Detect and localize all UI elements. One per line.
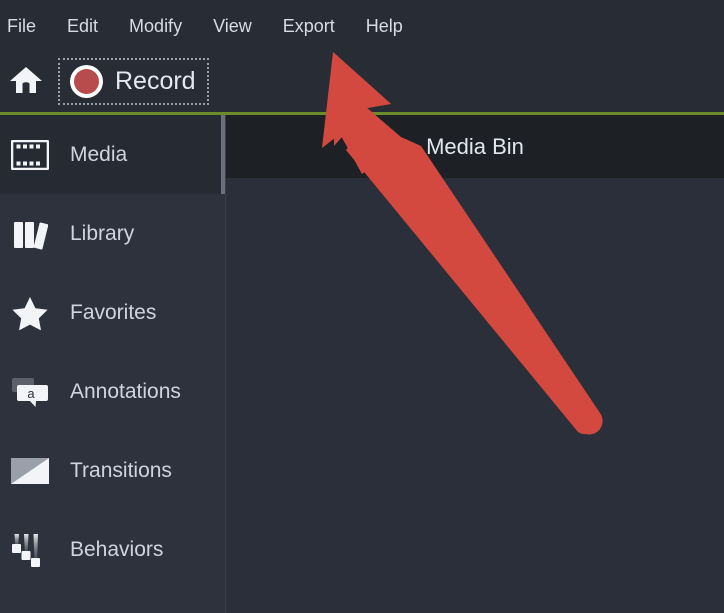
media-bin-content[interactable] — [226, 178, 724, 613]
sidebar-item-favorites[interactable]: Favorites — [0, 273, 226, 352]
sidebar-item-label: Media — [70, 143, 128, 166]
record-button-label: Record — [115, 67, 196, 95]
sidebar-item-label: Transitions — [70, 459, 172, 482]
menu-item-modify[interactable]: Modify — [129, 11, 182, 41]
sidebar-item-label: Favorites — [70, 301, 157, 324]
speech-bubble-a-icon: a — [8, 370, 52, 414]
app-window: File Edit Modify View Export Help Record — [0, 0, 724, 613]
home-icon — [9, 65, 43, 100]
sidebar: Media Library Favorites a Annotations Tr… — [0, 115, 226, 613]
sidebar-item-transitions[interactable]: Transitions — [0, 431, 226, 510]
sidebar-item-label: Behaviors — [70, 538, 164, 561]
record-circle-icon — [70, 65, 103, 98]
sidebar-item-label: Annotations — [70, 380, 181, 403]
motion-trails-icon — [8, 528, 52, 572]
record-button[interactable]: Record — [58, 58, 209, 105]
menu-item-view[interactable]: View — [213, 11, 252, 41]
media-bin-panel: Media Bin — [226, 115, 724, 613]
film-strip-icon — [8, 133, 52, 177]
sidebar-item-annotations[interactable]: a Annotations — [0, 352, 226, 431]
home-button[interactable] — [6, 60, 46, 104]
menu-item-edit[interactable]: Edit — [67, 11, 98, 41]
media-bin-header: Media Bin — [226, 115, 724, 178]
menu-item-export[interactable]: Export — [283, 11, 335, 41]
media-bin-title: Media Bin — [426, 133, 524, 159]
menu-bar: File Edit Modify View Export Help — [0, 0, 724, 51]
diagonal-split-icon — [8, 449, 52, 493]
accent-divider — [0, 112, 724, 115]
sidebar-item-library[interactable]: Library — [0, 194, 226, 273]
sidebar-item-media[interactable]: Media — [0, 115, 226, 194]
books-icon — [8, 212, 52, 256]
svg-text:a: a — [27, 386, 35, 401]
sidebar-item-behaviors[interactable]: Behaviors — [0, 510, 226, 589]
menu-item-file[interactable]: File — [7, 11, 36, 41]
sidebar-divider — [225, 115, 226, 613]
star-icon — [8, 291, 52, 335]
sidebar-item-label: Library — [70, 222, 135, 245]
menu-item-help[interactable]: Help — [366, 11, 403, 41]
